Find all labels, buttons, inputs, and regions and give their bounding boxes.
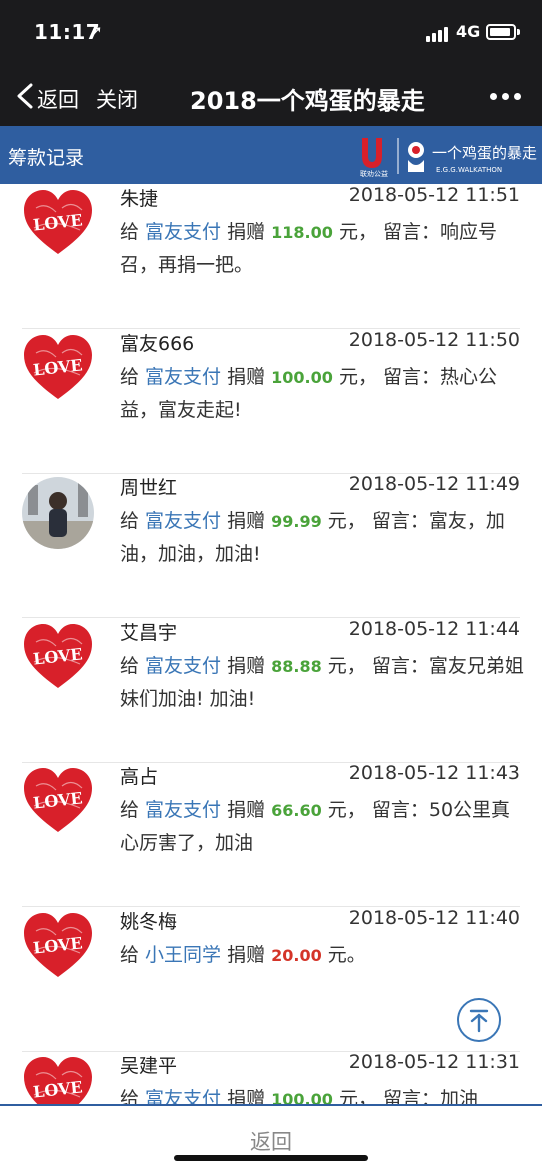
records-header: 筹款记录 联劝公益 一个鸡蛋的暴走 E.G.G.WALKATHON — [0, 126, 542, 184]
message-action: 捐赠 — [221, 366, 272, 388]
signal-icon — [426, 26, 452, 42]
nav-bar: 返回 关闭 2018一个鸡蛋的暴走 — [0, 66, 542, 126]
message-prefix: 给 — [120, 655, 146, 677]
donation-list[interactable]: LOVE 朱捷 2018-05-12 11:51 给 富友支付 捐赠 118.00 元… — [0, 184, 542, 1104]
amount-unit: 元， — [321, 510, 372, 532]
donation-amount: 100.00 — [271, 1090, 333, 1104]
donation-amount: 100.00 — [271, 368, 333, 387]
donor-name: 周世红 — [120, 477, 178, 499]
recipient-link[interactable]: 富友支付 — [145, 655, 221, 677]
donation-message: 给 富友支付 捐赠 100.00 元， 留言：加油 — [120, 1083, 524, 1104]
arrow-up-icon[interactable] — [457, 998, 501, 1042]
donation-amount: 20.00 — [271, 946, 322, 965]
chevron-left-icon[interactable] — [14, 83, 38, 109]
brand-logo: 联劝公益 一个鸡蛋的暴走 E.G.G.WALKATHON — [360, 138, 537, 178]
recipient-link[interactable]: 小王同学 — [145, 944, 221, 966]
message-action: 捐赠 — [221, 655, 272, 677]
donor-name: 富友666 — [120, 333, 195, 355]
status-bar: 11:17 ➚ 4G — [0, 0, 542, 66]
recipient-link[interactable]: 富友支付 — [145, 221, 221, 243]
list-item: 周世红 2018-05-12 11:49 给 富友支付 捐赠 99.99 元， 留言… — [0, 473, 542, 618]
donation-message: 给 富友支付 捐赠 88.88 元， 留言：富友兄弟姐妹们加油! 加油! — [120, 650, 524, 715]
amount-unit: 元， — [321, 655, 372, 677]
records-title: 筹款记录 — [8, 147, 85, 169]
love-heart-icon: LOVE — [24, 190, 92, 254]
location-icon: ➚ — [90, 22, 103, 40]
donation-time: 2018-05-12 11:51 — [348, 184, 520, 206]
message-prefix: 给 — [120, 1088, 146, 1104]
message-prefix: 给 — [120, 221, 146, 243]
donation-message: 给 富友支付 捐赠 118.00 元， 留言：响应号召，再捐一把。 — [120, 216, 524, 281]
donation-time: 2018-05-12 11:43 — [348, 762, 520, 784]
donor-name: 吴建平 — [120, 1055, 178, 1077]
svg-text:联劝公益: 联劝公益 — [360, 169, 388, 178]
donation-message: 给 富友支付 捐赠 66.60 元， 留言：50公里真心厉害了，加油 — [120, 794, 524, 859]
amount-unit: 元， — [332, 221, 383, 243]
home-indicator — [174, 1155, 368, 1161]
donation-time: 2018-05-12 11:40 — [348, 907, 520, 929]
donor-name: 朱捷 — [120, 188, 159, 210]
footer-divider — [0, 1104, 542, 1106]
recipient-link[interactable]: 富友支付 — [145, 366, 221, 388]
user-avatar-photo — [22, 477, 94, 549]
love-heart-icon: LOVE — [24, 624, 92, 688]
donation-time: 2018-05-12 11:49 — [348, 473, 520, 495]
list-item: LOVE 富友666 2018-05-12 11:50 给 富友支付 捐赠 100.0… — [0, 329, 542, 474]
love-heart-icon: LOVE — [24, 1057, 92, 1104]
message-action: 捐赠 — [221, 799, 272, 821]
donation-note: 留言：加油 — [383, 1088, 479, 1104]
message-action: 捐赠 — [221, 221, 272, 243]
amount-unit: 元， — [321, 799, 372, 821]
donation-time: 2018-05-12 11:44 — [348, 618, 520, 640]
message-prefix: 给 — [120, 510, 146, 532]
donor-name: 高占 — [120, 766, 159, 788]
back-button[interactable]: 返回 — [37, 84, 79, 114]
battery-icon — [486, 24, 516, 40]
donation-amount: 99.99 — [271, 512, 322, 531]
battery-tip — [517, 29, 520, 35]
list-item: LOVE 吴建平 2018-05-12 11:31 给 富友支付 捐赠 100.00 … — [0, 1051, 542, 1104]
message-action: 捐赠 — [221, 1088, 272, 1104]
close-button[interactable]: 关闭 — [96, 84, 138, 114]
svg-text:E.G.G.WALKATHON: E.G.G.WALKATHON — [436, 166, 502, 174]
message-prefix: 给 — [120, 799, 146, 821]
donation-amount: 66.60 — [271, 801, 322, 820]
donor-name: 姚冬梅 — [120, 911, 178, 933]
recipient-link[interactable]: 富友支付 — [145, 510, 221, 532]
donation-time: 2018-05-12 11:31 — [348, 1051, 520, 1073]
recipient-link[interactable]: 富友支付 — [145, 1088, 221, 1104]
message-prefix: 给 — [120, 944, 146, 966]
donation-message: 给 小王同学 捐赠 20.00 元。 — [120, 939, 524, 972]
love-heart-icon: LOVE — [24, 913, 92, 977]
svg-text:一个鸡蛋的暴走: 一个鸡蛋的暴走 — [432, 144, 537, 162]
message-prefix: 给 — [120, 366, 146, 388]
message-action: 捐赠 — [221, 510, 272, 532]
network-type: 4G — [456, 22, 481, 41]
message-action: 捐赠 — [221, 944, 272, 966]
recipient-link[interactable]: 富友支付 — [145, 799, 221, 821]
amount-unit: 元， — [332, 1088, 383, 1104]
love-heart-icon: LOVE — [24, 768, 92, 832]
donation-message: 给 富友支付 捐赠 99.99 元， 留言：富友，加油，加油，加油! — [120, 505, 524, 570]
list-item: LOVE 朱捷 2018-05-12 11:51 给 富友支付 捐赠 118.00 元… — [0, 184, 542, 329]
more-dots-icon[interactable] — [490, 93, 522, 101]
donation-message: 给 富友支付 捐赠 100.00 元， 留言：热心公益，富友走起! — [120, 361, 524, 426]
amount-unit: 元。 — [321, 944, 366, 966]
donor-name: 艾昌宇 — [120, 622, 178, 644]
donation-amount: 88.88 — [271, 657, 322, 676]
donation-time: 2018-05-12 11:50 — [348, 329, 520, 351]
donation-amount: 118.00 — [271, 223, 333, 242]
amount-unit: 元， — [332, 366, 383, 388]
love-heart-icon: LOVE — [24, 335, 92, 399]
list-item: LOVE 高占 2018-05-12 11:43 给 富友支付 捐赠 66.60 元，… — [0, 762, 542, 907]
footer-back-button[interactable]: 返回 — [0, 1126, 542, 1156]
page-title: 2018一个鸡蛋的暴走 — [190, 87, 425, 115]
list-item: LOVE 艾昌宇 2018-05-12 11:44 给 富友支付 捐赠 88.88 元… — [0, 618, 542, 763]
